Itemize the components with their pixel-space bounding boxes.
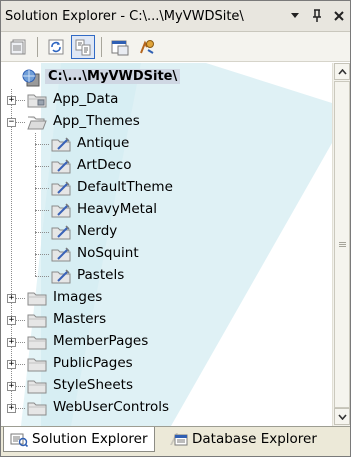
window-title: Solution Explorer - C:\...\MyVWDSite\ bbox=[5, 8, 244, 24]
tree-root-label: C:\...\MyVWDSite\ bbox=[45, 69, 181, 84]
close-button[interactable] bbox=[328, 5, 350, 27]
tree-item-label[interactable]: WebUserControls bbox=[53, 399, 169, 415]
tree-item-label[interactable]: App_Themes bbox=[53, 113, 140, 129]
theme-folder-icon bbox=[51, 136, 71, 156]
theme-folder-icon bbox=[51, 202, 71, 222]
window-position-button[interactable] bbox=[284, 5, 306, 27]
expand-button[interactable]: + bbox=[7, 338, 16, 347]
scroll-down-button[interactable] bbox=[334, 408, 350, 425]
theme-folder-icon bbox=[51, 158, 71, 178]
tree-item-label[interactable]: ArtDeco bbox=[77, 157, 131, 173]
database-explorer-icon bbox=[170, 433, 188, 446]
scroll-thumb[interactable] bbox=[334, 81, 350, 408]
tab-bar: Solution Explorer Database Explorer bbox=[1, 426, 350, 456]
solution-tree[interactable]: C:\...\MyVWDSite\ + App_Data − App_Themes An… bbox=[1, 63, 332, 426]
theme-folder-icon bbox=[51, 224, 71, 244]
tree-connector bbox=[35, 144, 49, 145]
tree-item-label[interactable]: Antique bbox=[77, 135, 129, 151]
tab-label: Database Explorer bbox=[192, 431, 317, 447]
expand-button[interactable]: + bbox=[7, 382, 16, 391]
chevron-up-icon bbox=[337, 68, 347, 75]
watermark-shape bbox=[21, 63, 332, 426]
tree-item-label[interactable]: HeavyMetal bbox=[77, 201, 157, 217]
tree-connector bbox=[35, 232, 49, 233]
open-folder-icon bbox=[27, 114, 47, 134]
tab-solution-explorer[interactable]: Solution Explorer bbox=[3, 427, 155, 452]
tree-item-label[interactable]: StyleSheets bbox=[53, 377, 133, 393]
refresh-button[interactable] bbox=[44, 35, 68, 59]
tree-item-label[interactable]: NoSquint bbox=[77, 245, 139, 261]
refresh-icon bbox=[48, 39, 64, 54]
collapse-button[interactable]: − bbox=[7, 118, 16, 127]
tree-connector bbox=[35, 276, 49, 277]
expand-button[interactable]: + bbox=[7, 294, 16, 303]
tree-connector bbox=[35, 210, 49, 211]
solution-explorer-icon bbox=[10, 433, 28, 447]
tree-connector bbox=[35, 188, 49, 189]
expand-button[interactable]: + bbox=[7, 404, 16, 413]
expand-button[interactable]: + bbox=[7, 360, 16, 369]
thumb-grip-line bbox=[339, 246, 346, 247]
view-designer-icon bbox=[111, 40, 129, 55]
title-bar[interactable]: Solution Explorer - C:\...\MyVWDSite\ bbox=[1, 1, 350, 32]
tree-item-label[interactable]: Masters bbox=[53, 311, 106, 327]
thumb-grip-line bbox=[339, 244, 346, 245]
expand-button[interactable]: + bbox=[7, 316, 16, 325]
tree-item-label[interactable]: PublicPages bbox=[53, 355, 133, 371]
scroll-up-button[interactable] bbox=[334, 63, 350, 80]
view-designer-button[interactable] bbox=[108, 35, 132, 59]
tree-connector bbox=[35, 166, 49, 167]
properties-icon bbox=[10, 39, 26, 54]
website-icon bbox=[21, 68, 41, 92]
tree-item-label[interactable]: Pastels bbox=[77, 267, 124, 283]
toolbar-separator bbox=[37, 36, 38, 57]
folder-icon bbox=[27, 378, 47, 398]
tree-connector bbox=[35, 254, 49, 255]
special-folder-icon bbox=[27, 92, 47, 112]
thumb-grip-line bbox=[339, 242, 346, 243]
folder-icon bbox=[27, 334, 47, 354]
theme-folder-icon bbox=[51, 180, 71, 200]
theme-folder-icon bbox=[51, 246, 71, 266]
copy-website-icon bbox=[140, 39, 154, 54]
dropdown-arrow-icon bbox=[291, 13, 299, 18]
folder-icon bbox=[27, 290, 47, 310]
chevron-down-icon bbox=[337, 413, 347, 420]
vertical-scrollbar[interactable] bbox=[332, 63, 350, 426]
tab-label: Solution Explorer bbox=[32, 431, 148, 447]
tree-root-row[interactable]: C:\...\MyVWDSite\ bbox=[1, 67, 332, 89]
toolbar bbox=[1, 32, 350, 62]
tree-item-label[interactable]: Nerdy bbox=[77, 223, 117, 239]
close-icon bbox=[334, 11, 344, 21]
folder-icon bbox=[27, 356, 47, 376]
expand-button[interactable]: + bbox=[7, 96, 16, 105]
pin-icon bbox=[313, 9, 321, 22]
tree-item-label[interactable]: Images bbox=[53, 289, 102, 305]
tree-item-label[interactable]: App_Data bbox=[53, 91, 118, 107]
nest-related-files-button[interactable] bbox=[71, 34, 95, 59]
nest-related-icon bbox=[75, 39, 91, 55]
theme-folder-icon bbox=[51, 268, 71, 288]
tree-item-label[interactable]: DefaultTheme bbox=[77, 179, 173, 195]
tree-item-label[interactable]: MemberPages bbox=[53, 333, 148, 349]
folder-icon bbox=[27, 400, 47, 420]
copy-website-button[interactable] bbox=[135, 35, 159, 59]
properties-button[interactable] bbox=[7, 35, 31, 59]
auto-hide-button[interactable] bbox=[306, 5, 328, 27]
solution-explorer-window: Solution Explorer - C:\...\MyVWDSite\ C:… bbox=[0, 0, 351, 457]
tab-database-explorer[interactable]: Database Explorer bbox=[164, 427, 323, 451]
folder-icon bbox=[27, 312, 47, 332]
toolbar-separator bbox=[101, 36, 102, 57]
